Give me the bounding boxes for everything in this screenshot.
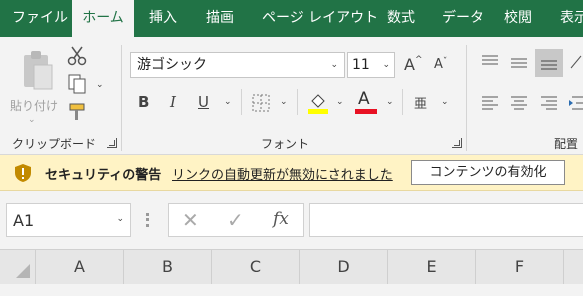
- borders-icon[interactable]: [251, 93, 271, 113]
- tab-data[interactable]: データ: [442, 0, 484, 37]
- insert-function-icon[interactable]: fx: [273, 209, 289, 229]
- cancel-icon[interactable]: ✕: [182, 208, 199, 232]
- paste-dropdown-icon: ⌄: [28, 115, 36, 125]
- security-warning-bar: セキュリティの警告 リンクの自動更新が無効にされました コンテンツの有効化: [0, 155, 583, 191]
- tab-home[interactable]: ホーム: [72, 0, 134, 37]
- decrease-font-size-button[interactable]: Aˇ: [434, 57, 447, 72]
- indent-icon[interactable]: [568, 93, 583, 113]
- bottom-align-button[interactable]: [535, 49, 563, 77]
- security-warning-title: セキュリティの警告: [45, 168, 162, 183]
- clipboard-launcher-icon[interactable]: [107, 138, 117, 148]
- formula-buttons: ✕ ✓ fx: [168, 203, 304, 237]
- column-header-d[interactable]: D: [300, 250, 388, 284]
- cut-icon[interactable]: [66, 45, 88, 67]
- font-launcher-icon[interactable]: [452, 138, 462, 148]
- copy-icon[interactable]: [66, 73, 88, 95]
- underline-dropdown-icon[interactable]: ⌄: [224, 97, 232, 107]
- tab-review[interactable]: 校閲: [504, 0, 532, 37]
- grow-font-icon: A: [404, 55, 415, 74]
- chevron-down-icon: ⌄: [330, 60, 338, 70]
- italic-button[interactable]: I: [170, 93, 176, 111]
- divider: [241, 89, 242, 115]
- tab-draw[interactable]: 描画: [206, 0, 234, 37]
- font-name-value: 游ゴシック: [137, 57, 207, 73]
- divider: [297, 89, 298, 115]
- chevron-down-icon: ⌄: [116, 214, 124, 224]
- font-color-swatch: [355, 109, 377, 114]
- column-header-b[interactable]: B: [124, 250, 212, 284]
- phonetic-guide-icon[interactable]: 亜: [414, 93, 427, 112]
- copy-dropdown-icon[interactable]: ⌄: [96, 80, 104, 90]
- column-header-partial[interactable]: [564, 250, 583, 284]
- column-header-f[interactable]: F: [476, 250, 564, 284]
- enable-content-button[interactable]: コンテンツの有効化: [411, 160, 565, 185]
- name-box[interactable]: A1 ⌄: [6, 203, 131, 237]
- group-divider: [121, 45, 122, 151]
- font-name-select[interactable]: 游ゴシック ⌄: [130, 52, 345, 78]
- font-size-select[interactable]: 11 ⌄: [347, 52, 395, 78]
- name-box-value: A1: [13, 211, 35, 230]
- select-all-corner[interactable]: [0, 250, 36, 284]
- tab-insert[interactable]: 挿入: [149, 0, 177, 37]
- tab-formulas[interactable]: 数式: [387, 0, 415, 37]
- bottom-align-icon: [541, 60, 557, 70]
- tab-file[interactable]: ファイル: [12, 0, 68, 37]
- tab-page-layout[interactable]: ページ レイアウト: [262, 0, 378, 37]
- align-center-icon[interactable]: [508, 93, 530, 113]
- divider: [402, 89, 403, 115]
- ribbon-tab-bar: ファイル ホーム 挿入 描画 ページ レイアウト 数式 データ 校閲 表示: [0, 0, 583, 37]
- clipboard-icon: [24, 51, 53, 90]
- underline-button[interactable]: U: [198, 93, 209, 111]
- ribbon: 貼り付け ⌄ ⌄ クリップボード 游ゴシック ⌄ 11 ⌄ A^ Aˇ B I …: [0, 37, 583, 155]
- phonetic-dropdown-icon[interactable]: ⌄: [441, 97, 449, 107]
- paste-label: 貼り付け: [10, 99, 59, 113]
- chevron-down-icon: ⌄: [382, 60, 390, 70]
- column-header-c[interactable]: C: [212, 250, 300, 284]
- font-color-button[interactable]: A: [354, 89, 378, 115]
- splitter-handle-icon[interactable]: [146, 213, 152, 227]
- font-color-dropdown-icon[interactable]: ⌄: [386, 97, 394, 107]
- format-painter-icon[interactable]: [66, 101, 88, 123]
- font-color-icon: A: [358, 89, 370, 109]
- paste-button[interactable]: 貼り付け ⌄: [8, 45, 58, 125]
- select-all-triangle-icon: [16, 264, 30, 278]
- bold-button[interactable]: B: [138, 93, 149, 111]
- alignment-group-label: 配置: [554, 137, 579, 151]
- align-right-icon[interactable]: [538, 93, 560, 113]
- column-header-a[interactable]: A: [36, 250, 124, 284]
- column-header-e[interactable]: E: [388, 250, 476, 284]
- group-divider: [466, 45, 467, 151]
- increase-font-size-button[interactable]: A^: [404, 55, 423, 74]
- security-warning-message-link[interactable]: リンクの自動更新が無効にされました: [172, 164, 393, 183]
- font-size-value: 11: [352, 57, 370, 73]
- enter-check-icon[interactable]: ✓: [227, 208, 244, 232]
- clipboard-group-label: クリップボード: [12, 137, 97, 151]
- formula-input[interactable]: [309, 203, 583, 237]
- align-left-icon[interactable]: [479, 93, 501, 113]
- column-header-row: A B C D E F: [0, 249, 583, 284]
- top-align-icon[interactable]: [479, 52, 501, 74]
- fill-color-icon[interactable]: [307, 91, 329, 115]
- middle-align-icon[interactable]: [508, 52, 530, 74]
- fill-color-dropdown-icon[interactable]: ⌄: [336, 97, 344, 107]
- shrink-font-icon: A: [434, 57, 443, 72]
- warning-shield-icon: [15, 164, 31, 182]
- font-group-label: フォント: [261, 137, 310, 151]
- formula-bar-area: A1 ⌄ ✕ ✓ fx: [0, 191, 583, 249]
- orientation-icon[interactable]: [569, 52, 583, 74]
- borders-dropdown-icon[interactable]: ⌄: [280, 97, 288, 107]
- tab-view[interactable]: 表示: [560, 0, 583, 37]
